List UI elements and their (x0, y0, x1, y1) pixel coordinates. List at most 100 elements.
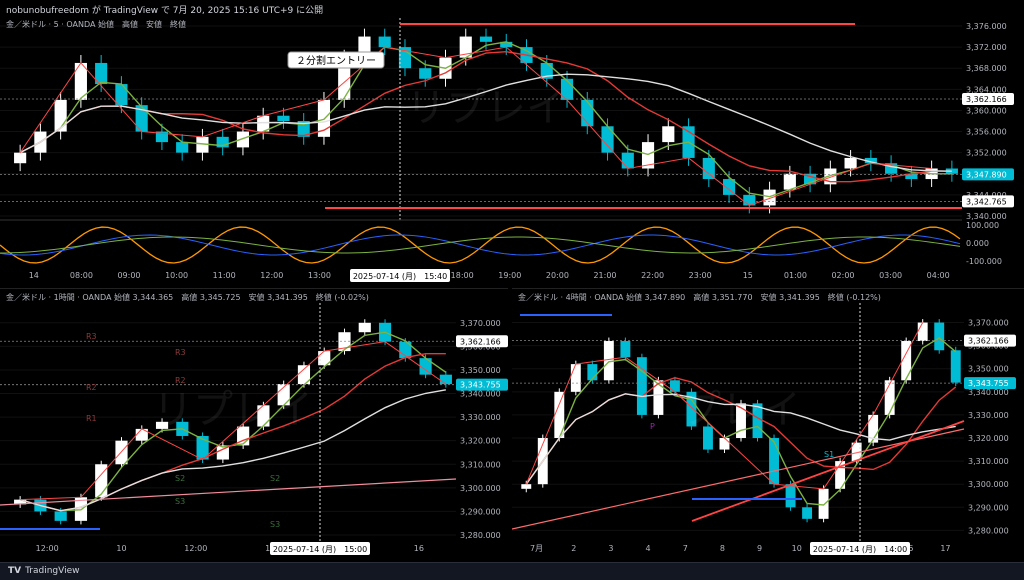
candle-body (884, 380, 895, 415)
candle-body (917, 322, 928, 342)
price-axis-label: 3,350.000 (968, 365, 1009, 374)
time-axis-label: 3 (608, 544, 613, 553)
candle-body (621, 152, 634, 169)
time-axis-label: 7月 (530, 544, 543, 553)
price-axis-label: 3,376.000 (966, 22, 1007, 31)
time-axis-label: 7 (683, 544, 688, 553)
price-axis-label: 3,330.000 (968, 411, 1009, 420)
cursor-label-text: 2025-07-14 (月) 14:00 (813, 545, 907, 554)
time-axis-label: 21:00 (593, 271, 616, 280)
replay-watermark: プレイ (681, 387, 801, 433)
price-tag-text: 3,347.890 (966, 170, 1007, 179)
price-axis-label: 3,352.000 (966, 149, 1007, 158)
price-axis-label: 3,368.000 (966, 64, 1007, 73)
time-axis-label: 10 (116, 544, 126, 553)
time-axis-label: 9 (757, 544, 762, 553)
price-axis-label: 3,280.000 (968, 526, 1009, 535)
price-axis-label: 3,320.000 (968, 434, 1009, 443)
price-axis-label: 3,330.000 (460, 413, 501, 422)
price-tag-text: 3,343.755 (460, 381, 501, 390)
pivot-label: R3 (86, 332, 97, 341)
time-axis-label: 03:00 (879, 271, 902, 280)
candle-body (844, 157, 857, 169)
time-axis-label: 18:00 (451, 271, 474, 280)
candle-body (802, 507, 813, 519)
pivot-label: S2 (270, 474, 280, 483)
candle-body (785, 484, 796, 508)
bl-chart-svg[interactable]: 3,370.0003,360.0003,350.0003,340.0003,33… (0, 289, 508, 561)
price-axis-label: 3,370.000 (968, 319, 1009, 328)
time-axis-label: 16 (414, 544, 424, 553)
price-axis-label: 3,300.000 (460, 484, 501, 493)
bl-chart-title: 金／米ドル · 1時間 · OANDA 始値 3,344.365 高値 3,34… (6, 293, 369, 302)
time-axis-label: 23:00 (689, 271, 712, 280)
br-chart-svg[interactable]: 3,370.0003,360.0003,350.0003,340.0003,33… (512, 289, 1024, 561)
time-axis-label: 10:00 (165, 271, 188, 280)
candle-body (669, 380, 680, 392)
candle-body (176, 142, 189, 153)
tradingview-logo[interactable]: TV TradingView (8, 566, 80, 576)
price-axis-label: 3,280.000 (460, 531, 501, 540)
time-axis-label: 04:00 (927, 271, 950, 280)
trendline (512, 428, 965, 530)
candle-body (14, 152, 27, 164)
time-axis-label: 13:00 (308, 271, 331, 280)
br-chart-title: 金／米ドル · 4時間 · OANDA 始値 3,347.890 高値 3,35… (518, 293, 881, 302)
candle-body (769, 438, 779, 485)
price-axis-label: 3,320.000 (460, 437, 501, 446)
candle-body (702, 157, 715, 180)
cursor-label-text: 2025-07-14 (月) 15:40 (353, 272, 447, 281)
time-axis-label: 19:00 (498, 271, 521, 280)
price-axis-label: 3,364.000 (966, 85, 1007, 94)
time-axis-label: 20:00 (546, 271, 569, 280)
top-chart-panel[interactable]: 3,376.000 3,372.000 3,368.000 3,364.000 3,36… (0, 16, 1024, 284)
candle-body (783, 173, 796, 190)
candle-body (521, 484, 532, 489)
bottom-right-chart-panel[interactable]: 3,370.0003,360.0003,350.0003,340.0003,33… (512, 288, 1024, 561)
candle-body (620, 341, 631, 358)
candle-body (54, 511, 67, 521)
osc-axis-label: 100.000 (966, 221, 999, 230)
pivot-label: S3 (270, 520, 280, 529)
pivot-label: P (650, 422, 655, 431)
top-chart-title: 金／米ドル · 5 · OANDA 始値 高値 安値 終値 (6, 20, 186, 29)
price-axis-label: 3,360.000 (966, 106, 1007, 115)
price-axis-label: 3,290.000 (968, 503, 1009, 512)
annotation-text: ２分割エントリー (296, 54, 376, 67)
replay-watermark: リプレイ (406, 85, 566, 131)
bottom-left-chart-panel[interactable]: 3,370.0003,360.0003,350.0003,340.0003,33… (0, 288, 508, 561)
price-tag-text: 3,362.166 (966, 95, 1007, 104)
price-tag-text: 3,343.755 (968, 379, 1009, 388)
osc-axis-label: -100.000 (966, 257, 1002, 266)
candle-body (950, 350, 961, 383)
candle-body (570, 364, 581, 392)
trendline (0, 478, 457, 506)
pivot-label: R2 (86, 383, 97, 392)
price-tag-text: 3,362.166 (968, 337, 1009, 346)
candle-body (439, 374, 452, 385)
time-axis-label: 02:00 (831, 271, 854, 280)
price-axis-label: 3,356.000 (966, 128, 1007, 137)
price-axis-label: 3,310.000 (968, 457, 1009, 466)
candle-body (818, 488, 829, 519)
price-tag-text: 3,342.765 (966, 197, 1007, 206)
top-chart-svg[interactable]: 3,376.0003,372.0003,368.0003,364.0003,36… (0, 16, 1024, 284)
candle-body (277, 115, 290, 121)
cursor-label-text: 2025-07-14 (月) 15:00 (273, 545, 367, 554)
publisher-text: nobunobufreedom が TradingView で 7月 20, 2… (6, 6, 324, 16)
pivot-label: R1 (86, 414, 97, 423)
candle-body (763, 189, 776, 206)
candle-body (934, 322, 945, 351)
price-axis-label: 3,370.000 (460, 319, 501, 328)
time-axis-label: 8 (720, 544, 725, 553)
candle-body (419, 68, 432, 79)
candle-body (115, 440, 128, 465)
candle-body (662, 126, 675, 143)
time-axis-label: 12:00 (260, 271, 283, 280)
time-axis-label: 12:00 (184, 544, 207, 553)
candle-body (479, 36, 493, 42)
replay-watermark: リプレイ (153, 387, 313, 433)
time-axis-label: 11:00 (213, 271, 236, 280)
time-axis-label: 15 (743, 271, 753, 280)
price-axis-label: 3,372.000 (966, 43, 1007, 52)
